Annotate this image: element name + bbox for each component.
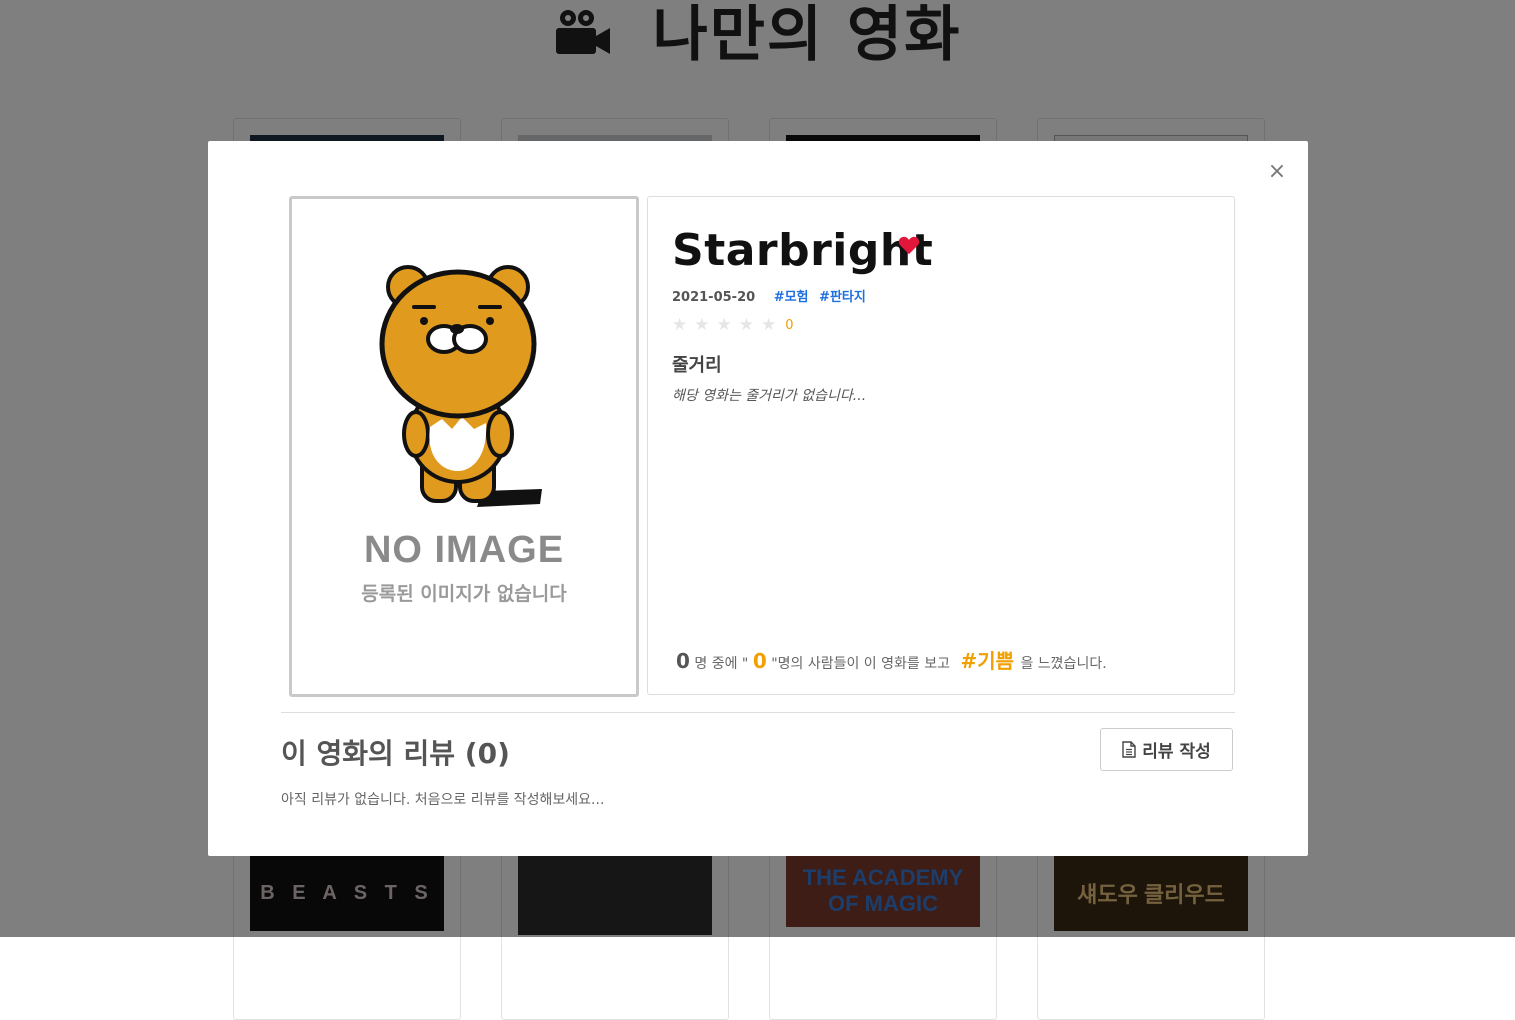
poster-placeholder: NO IMAGE 등록된 이미지가 없습니다	[289, 196, 639, 697]
movie-title: Starbright	[672, 225, 934, 276]
emotion-summary: 0 명 중에 " 0 "명의 사람들이 이 영화를 보고 #기쁨 을 느꼈습니다…	[676, 645, 1107, 674]
movie-info-panel: Starbright 2021-05-20 #모험 #판타지 ★ ★ ★ ★ ★…	[647, 196, 1235, 695]
reviews-heading: 이 영화의 리뷰 (0)	[281, 737, 510, 770]
emotion-text: "명의 사람들이 이 영화를 보고	[771, 656, 950, 672]
emotion-total-count: 0	[676, 649, 690, 673]
star-icon: ★	[672, 315, 688, 335]
movie-detail-modal: × NO IMAGE 등록된 이미지가 없습니다 Starbright 2021…	[208, 141, 1308, 856]
star-icon: ★	[694, 315, 710, 335]
ryan-character-illustration	[379, 265, 542, 507]
write-review-label: 리뷰 작성	[1142, 742, 1211, 762]
release-date: 2021-05-20	[672, 290, 756, 305]
star-rating: ★ ★ ★ ★ ★ 0	[672, 315, 794, 335]
emotion-text: 명 중에 "	[694, 656, 749, 672]
movie-meta: 2021-05-20 #모험 #판타지	[672, 286, 872, 305]
star-icon: ★	[738, 315, 754, 335]
divider	[281, 712, 1235, 713]
emotion-count: 0	[752, 649, 767, 673]
no-image-title: NO IMAGE	[363, 529, 565, 571]
emotion-tag: #기쁨	[960, 649, 1015, 673]
document-icon	[1122, 741, 1136, 758]
genre-tag[interactable]: #판타지	[819, 290, 866, 305]
genre-tag[interactable]: #모험	[774, 290, 809, 305]
close-icon[interactable]: ×	[1266, 161, 1288, 183]
write-review-button[interactable]: 리뷰 작성	[1100, 728, 1233, 771]
plot-heading: 줄거리	[672, 355, 722, 376]
no-image-subtitle: 등록된 이미지가 없습니다	[361, 583, 567, 605]
star-icon: ★	[761, 315, 777, 335]
star-icon: ★	[716, 315, 732, 335]
rating-score: 0	[785, 317, 794, 333]
emotion-text: 을 느꼈습니다.	[1020, 656, 1107, 672]
plot-text: 해당 영화는 줄거리가 없습니다...	[672, 388, 867, 404]
empty-reviews-text: 아직 리뷰가 없습니다. 처음으로 리뷰를 작성해보세요...	[281, 792, 605, 808]
heart-icon[interactable]	[898, 235, 920, 257]
